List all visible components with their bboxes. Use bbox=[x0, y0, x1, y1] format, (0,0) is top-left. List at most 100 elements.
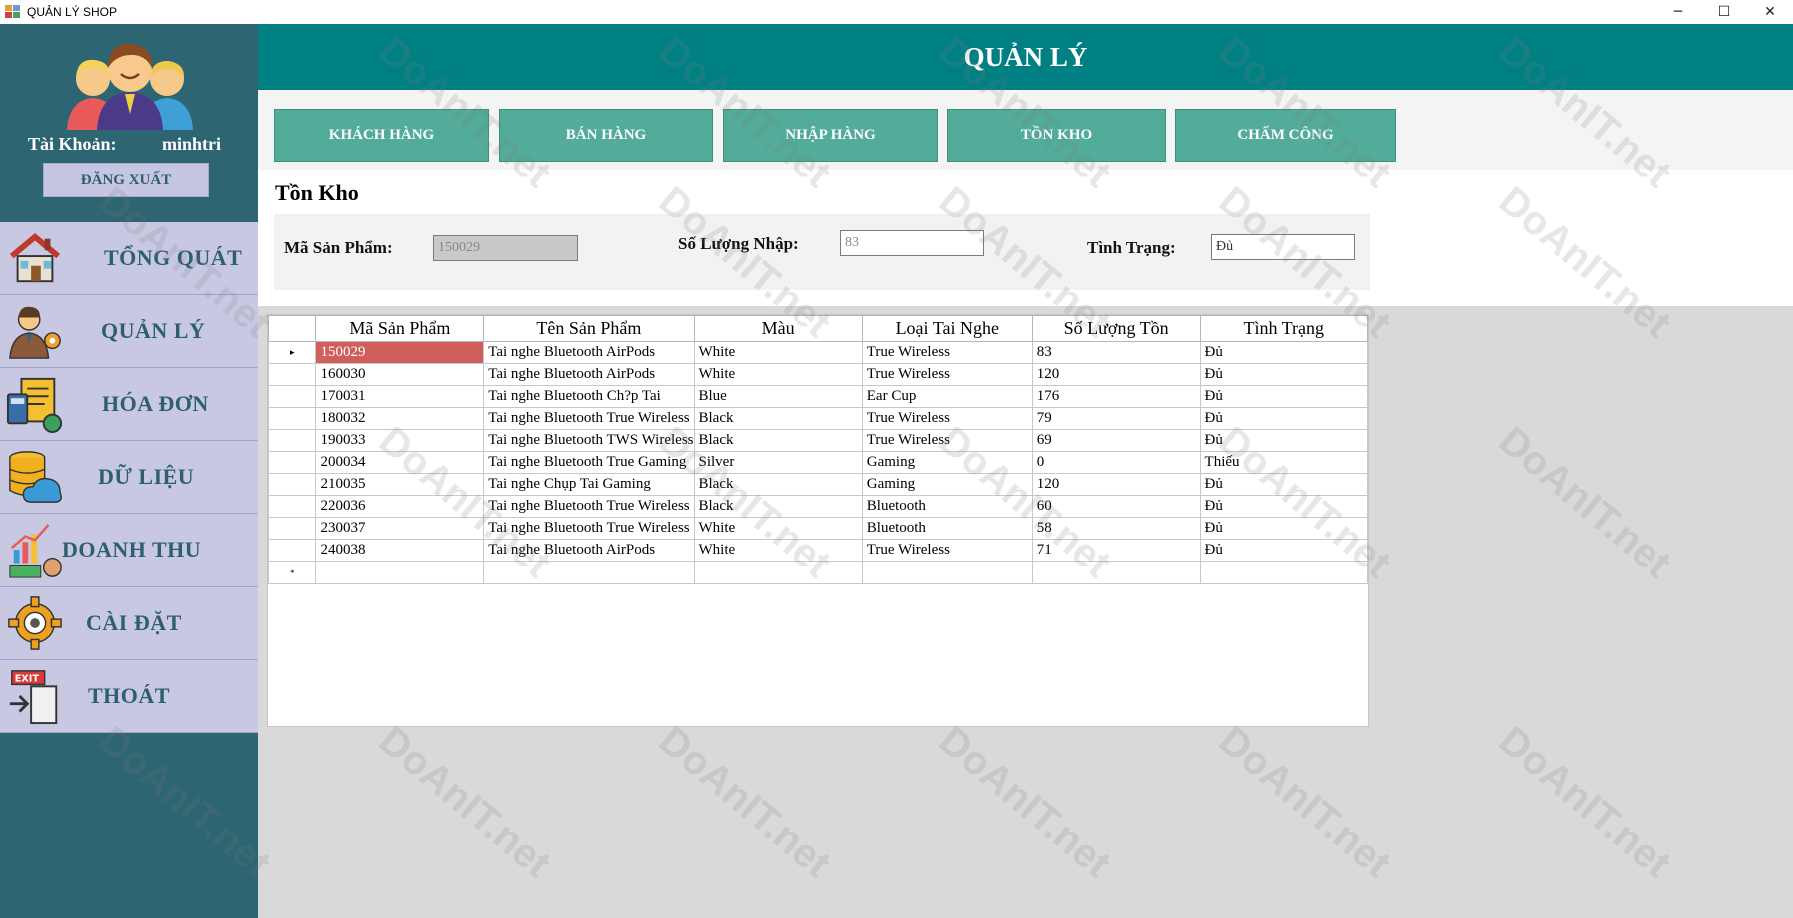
table-cell[interactable]: Black bbox=[693, 407, 863, 430]
table-cell[interactable] bbox=[483, 561, 695, 584]
status-field[interactable]: Đủ bbox=[1211, 234, 1355, 260]
table-cell[interactable]: 120 bbox=[1031, 363, 1201, 386]
table-cell[interactable]: 60 bbox=[1031, 495, 1201, 518]
column-header[interactable]: Tên Sản Phẩm bbox=[483, 315, 695, 342]
table-cell[interactable]: Đủ bbox=[1199, 473, 1369, 496]
row-header[interactable] bbox=[267, 429, 317, 452]
row-header[interactable] bbox=[267, 473, 317, 496]
column-header[interactable]: Tình Trạng bbox=[1199, 315, 1369, 342]
table-cell[interactable]: Đủ bbox=[1199, 495, 1369, 518]
table-cell[interactable]: 58 bbox=[1031, 517, 1201, 540]
table-cell[interactable]: 180032 bbox=[315, 407, 485, 430]
table-cell[interactable]: White bbox=[693, 341, 863, 364]
table-cell[interactable]: 160030 bbox=[315, 363, 485, 386]
table-cell[interactable]: True Wireless bbox=[861, 341, 1033, 364]
table-cell[interactable] bbox=[861, 561, 1033, 584]
table-cell[interactable]: Tai nghe Bluetooth True Wireless bbox=[483, 407, 695, 430]
new-row[interactable]: * bbox=[267, 561, 1369, 584]
table-cell[interactable]: 83 bbox=[1031, 341, 1201, 364]
table-cell[interactable]: 120 bbox=[1031, 473, 1201, 496]
close-button[interactable]: ✕ bbox=[1747, 0, 1793, 24]
table-cell[interactable]: True Wireless bbox=[861, 363, 1033, 386]
table-cell[interactable]: 69 bbox=[1031, 429, 1201, 452]
sidebar-item-doanh-thu[interactable]: DOANH THU bbox=[0, 514, 258, 587]
table-cell[interactable]: White bbox=[693, 363, 863, 386]
column-header[interactable]: Loại Tai Nghe bbox=[861, 315, 1033, 342]
table-row[interactable]: 230037 Tai nghe Bluetooth True Wireless Wh… bbox=[267, 517, 1369, 540]
table-cell[interactable]: Tai nghe Bluetooth Ch?p Tai bbox=[483, 385, 695, 408]
table-cell[interactable]: Silver bbox=[693, 451, 863, 474]
table-row[interactable]: 210035 Tai nghe Chụp Tai Gaming Black Gamin… bbox=[267, 473, 1369, 496]
table-cell[interactable]: Đủ bbox=[1199, 341, 1369, 364]
table-row[interactable]: 190033 Tai nghe Bluetooth TWS Wireless Bla… bbox=[267, 429, 1369, 452]
sidebar-item-thoat[interactable]: EXIT THOÁT bbox=[0, 660, 258, 733]
table-cell[interactable]: True Wireless bbox=[861, 407, 1033, 430]
product-code-field[interactable]: 150029 bbox=[433, 235, 578, 261]
row-header[interactable] bbox=[267, 539, 317, 562]
table-cell[interactable]: 79 bbox=[1031, 407, 1201, 430]
table-cell[interactable]: Đủ bbox=[1199, 407, 1369, 430]
inventory-grid[interactable]: Mã Sản Phẩm Tên Sản Phẩm Màu Loại Tai Ng… bbox=[267, 314, 1369, 727]
table-cell[interactable]: 240038 bbox=[315, 539, 485, 562]
tab-ban-hang[interactable]: BÁN HÀNG bbox=[499, 109, 713, 162]
table-cell[interactable]: Tai nghe Bluetooth AirPods bbox=[483, 341, 695, 364]
sidebar-item-quan-ly[interactable]: QUẢN LÝ bbox=[0, 295, 258, 368]
tab-cham-cong[interactable]: CHẤM CÔNG bbox=[1175, 109, 1396, 162]
table-cell[interactable]: True Wireless bbox=[861, 539, 1033, 562]
table-row[interactable]: 200034 Tai nghe Bluetooth True Gaming Silv… bbox=[267, 451, 1369, 474]
table-cell[interactable]: 150029 bbox=[315, 341, 485, 364]
table-cell[interactable]: Tai nghe Bluetooth True Wireless bbox=[483, 495, 695, 518]
table-cell[interactable]: Đủ bbox=[1199, 385, 1369, 408]
sidebar-item-du-lieu[interactable]: DỮ LIỆU bbox=[0, 441, 258, 514]
table-cell[interactable]: Gaming bbox=[861, 451, 1033, 474]
table-cell[interactable]: 176 bbox=[1031, 385, 1201, 408]
row-header[interactable] bbox=[267, 517, 317, 540]
table-cell[interactable]: Tai nghe Bluetooth TWS Wireless bbox=[483, 429, 695, 452]
table-cell[interactable]: Đủ bbox=[1199, 539, 1369, 562]
table-cell[interactable]: 200034 bbox=[315, 451, 485, 474]
column-header[interactable]: Mã Sản Phẩm bbox=[315, 315, 485, 342]
table-cell[interactable] bbox=[1199, 561, 1369, 584]
table-cell[interactable]: Gaming bbox=[861, 473, 1033, 496]
table-cell[interactable]: 0 bbox=[1031, 451, 1201, 474]
table-row[interactable]: ▸ 150029 Tai nghe Bluetooth AirPods White Tr… bbox=[267, 341, 1369, 364]
logout-button[interactable]: ĐĂNG XUẤT bbox=[43, 163, 209, 197]
tab-nhap-hang[interactable]: NHẬP HÀNG bbox=[723, 109, 938, 162]
table-cell[interactable]: Tai nghe Bluetooth AirPods bbox=[483, 363, 695, 386]
table-row[interactable]: 160030 Tai nghe Bluetooth AirPods White Tru… bbox=[267, 363, 1369, 386]
table-cell[interactable]: 220036 bbox=[315, 495, 485, 518]
table-cell[interactable]: White bbox=[693, 539, 863, 562]
row-header[interactable] bbox=[267, 363, 317, 386]
table-cell[interactable]: 170031 bbox=[315, 385, 485, 408]
quantity-field[interactable]: 83 bbox=[840, 230, 984, 256]
tab-ton-kho[interactable]: TỒN KHO bbox=[947, 109, 1166, 162]
column-header[interactable]: Màu bbox=[693, 315, 863, 342]
table-row[interactable]: 180032 Tai nghe Bluetooth True Wireless Bl… bbox=[267, 407, 1369, 430]
row-header[interactable]: ▸ bbox=[267, 341, 317, 364]
table-cell[interactable]: Tai nghe Chụp Tai Gaming bbox=[483, 473, 695, 496]
table-cell[interactable]: Tai nghe Bluetooth True Wireless bbox=[483, 517, 695, 540]
maximize-button[interactable]: ☐ bbox=[1701, 0, 1747, 24]
sidebar-item-tong-quat[interactable]: TỔNG QUÁT bbox=[0, 222, 258, 295]
table-cell[interactable]: Blue bbox=[693, 385, 863, 408]
row-header[interactable] bbox=[267, 385, 317, 408]
sidebar-item-hoa-don[interactable]: HÓA ĐƠN bbox=[0, 368, 258, 441]
table-cell[interactable] bbox=[693, 561, 863, 584]
row-header[interactable] bbox=[267, 451, 317, 474]
table-cell[interactable]: Ear Cup bbox=[861, 385, 1033, 408]
table-cell[interactable]: 210035 bbox=[315, 473, 485, 496]
table-row[interactable]: 170031 Tai nghe Bluetooth Ch?p Tai Blue Ear… bbox=[267, 385, 1369, 408]
table-cell[interactable]: 190033 bbox=[315, 429, 485, 452]
table-cell[interactable]: White bbox=[693, 517, 863, 540]
column-header[interactable]: Số Lượng Tồn bbox=[1031, 315, 1201, 342]
table-cell[interactable]: Đủ bbox=[1199, 517, 1369, 540]
table-cell[interactable]: Black bbox=[693, 473, 863, 496]
table-cell[interactable]: Bluetooth bbox=[861, 495, 1033, 518]
table-cell[interactable]: Black bbox=[693, 429, 863, 452]
table-cell[interactable]: 230037 bbox=[315, 517, 485, 540]
table-cell[interactable]: Tai nghe Bluetooth True Gaming bbox=[483, 451, 695, 474]
table-cell[interactable] bbox=[1031, 561, 1201, 584]
tab-khach-hang[interactable]: KHÁCH HÀNG bbox=[274, 109, 489, 162]
table-cell[interactable]: True Wireless bbox=[861, 429, 1033, 452]
row-header[interactable] bbox=[267, 495, 317, 518]
